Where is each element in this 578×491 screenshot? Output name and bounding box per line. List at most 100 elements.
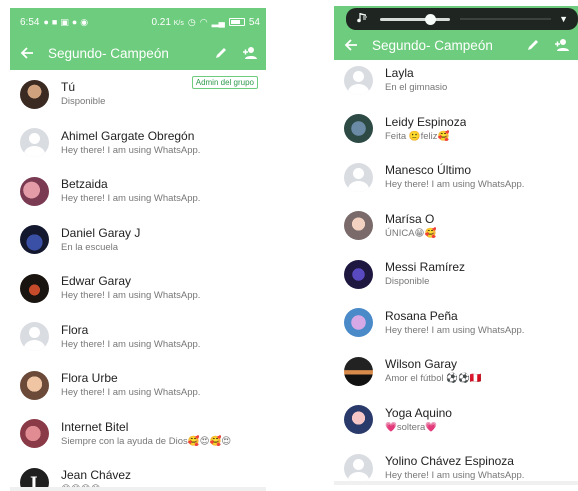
avatar (20, 419, 49, 449)
contact-row[interactable]: Internet Bitel Siempre con la ayuda de Di… (10, 410, 266, 459)
contact-status: Siempre con la ayuda de Dios🥰😍🥰😍 (61, 435, 232, 447)
contact-row[interactable]: Ahimel Gargate Obregón Hey there! I am us… (10, 119, 266, 168)
avatar (344, 211, 373, 241)
notification-icons: ● ■ ▣ ● ◉ (43, 17, 88, 27)
pencil-icon[interactable] (214, 46, 228, 60)
contact-status: Amor el fútbol ⚽⚽🇵🇪 (385, 373, 482, 385)
contact-name: Rosana Peña (385, 308, 458, 323)
contact-name: Marísa O (385, 211, 435, 226)
contact-row[interactable]: Manesco Último Hey there! I am using What… (334, 153, 578, 202)
contact-name: Internet Bitel (61, 419, 129, 434)
contact-row[interactable]: Layla En el gimnasio (334, 56, 578, 105)
contact-name: Daniel Garay J (61, 225, 141, 240)
contact-status: Hey there! I am using WhatsApp. (61, 193, 201, 205)
contact-list: Layla En el gimnasio Leidy Espinoza Feita … (334, 56, 578, 485)
whatsapp-icon: ◉ (80, 17, 89, 27)
contact-list: Tú Disponible Admin del grupo Ahimel Garg… (10, 70, 266, 491)
contact-name: Leidy Espinoza (385, 114, 467, 129)
contact-row[interactable]: Yoga Aquino 💗soltera💗 (334, 396, 578, 445)
volume-slider[interactable] (380, 13, 450, 25)
contact-name: Ahimel Gargate Obregón (61, 128, 195, 143)
left-screenshot: 6:54 ● ■ ▣ ● ◉ 0.21 K/s ◷ ◠ ▂▄ 54 Segund… (10, 8, 266, 491)
contact-status: Hey there! I am using WhatsApp. (61, 338, 201, 350)
avatar (344, 308, 373, 338)
contact-status: Hey there! I am using WhatsApp. (385, 179, 525, 191)
add-person-icon[interactable] (554, 38, 570, 52)
network-speed: 0.21 K/s (151, 17, 183, 28)
contact-row[interactable]: Rosana Peña Hey there! I am using WhatsAp… (334, 299, 578, 348)
battery-level: 54 (248, 16, 260, 28)
contact-name: Layla (385, 66, 414, 81)
contact-status: Hey there! I am using WhatsApp. (385, 324, 525, 336)
avatar (20, 176, 49, 206)
contact-row[interactable]: Yolino Chávez Espinoza Hey there! I am us… (334, 444, 578, 485)
contact-row[interactable]: Leidy Espinoza Feita 🙂feliz🥰 (334, 105, 578, 154)
chevron-down-icon[interactable]: ▼ (559, 14, 568, 24)
admin-badge: Admin del grupo (191, 76, 258, 89)
group-title: Segundo- Campeón (48, 45, 169, 61)
status-right: 0.21 K/s ◷ ◠ ▂▄ 54 (151, 17, 260, 28)
messenger-icon: ● (71, 17, 78, 27)
avatar (344, 114, 373, 144)
contact-status: ÚNICA😁🥰 (385, 227, 437, 239)
contact-name: Messi Ramírez (385, 260, 466, 275)
signal-icon: ▂▄ (211, 17, 225, 27)
music-note-icon (356, 10, 368, 28)
contact-name: Flora (61, 322, 89, 337)
default-avatar-icon (344, 65, 373, 95)
wifi-icon: ◠ (199, 17, 208, 27)
contact-status: Hey there! I am using WhatsApp. (61, 387, 201, 399)
mail-icon: ▣ (60, 17, 69, 27)
contact-name: Yoga Aquino (385, 405, 452, 420)
media-volume-overlay: ▼ (346, 8, 578, 30)
contact-status: Hey there! I am using WhatsApp. (61, 144, 201, 156)
network-speed-value: 0.21 (151, 16, 171, 28)
avatar (20, 370, 49, 400)
contact-name: Tú (61, 80, 76, 95)
status-time: 6:54 (20, 16, 40, 28)
contact-status: Disponible (385, 276, 430, 288)
overlay-divider (460, 18, 552, 20)
contact-row[interactable]: Marísa O ÚNICA😁🥰 (334, 202, 578, 251)
app-bar: Segundo- Campeón (10, 36, 266, 70)
back-arrow-icon[interactable] (20, 46, 34, 60)
avatar (20, 225, 49, 255)
contact-status: En el gimnasio (385, 82, 448, 94)
avatar (20, 273, 49, 303)
contact-name: Wilson Garay (385, 357, 458, 372)
bottom-edge (334, 481, 578, 485)
contact-status: 💗soltera💗 (385, 421, 438, 433)
contact-row[interactable]: Tú Disponible Admin del grupo (10, 70, 266, 119)
alarm-icon: ◷ (187, 17, 196, 27)
contact-status: En la escuela (61, 241, 119, 253)
avatar (344, 356, 373, 386)
add-person-icon[interactable] (242, 46, 258, 60)
contact-row[interactable]: Flora Urbe Hey there! I am using WhatsApp… (10, 361, 266, 410)
contact-row[interactable]: Daniel Garay J En la escuela (10, 216, 266, 265)
network-speed-unit: K/s (173, 19, 184, 27)
contact-status: Hey there! I am using WhatsApp. (61, 290, 201, 302)
contact-status: Feita 🙂feliz🥰 (385, 130, 450, 142)
contact-row[interactable]: Betzaida Hey there! I am using WhatsApp. (10, 167, 266, 216)
contact-row[interactable]: Messi Ramírez Disponible (334, 250, 578, 299)
avatar (20, 79, 49, 109)
facebook-icon: ■ (51, 17, 58, 27)
pencil-icon[interactable] (526, 38, 540, 52)
avatar (344, 259, 373, 289)
contact-row[interactable]: Edwar Garay Hey there! I am using WhatsAp… (10, 264, 266, 313)
contact-name: Betzaida (61, 177, 108, 192)
battery-icon (228, 18, 245, 26)
back-arrow-icon[interactable] (344, 38, 358, 52)
contact-name: Yolino Chávez Espinoza (385, 454, 514, 469)
volume-slider-knob[interactable] (424, 13, 436, 25)
default-avatar-icon (20, 128, 49, 158)
contact-row[interactable]: Wilson Garay Amor el fútbol ⚽⚽🇵🇪 (334, 347, 578, 396)
contact-name: Flora Urbe (61, 371, 118, 386)
default-avatar-icon (344, 162, 373, 192)
contact-row[interactable]: Flora Hey there! I am using WhatsApp. (10, 313, 266, 362)
contact-status: Disponible (61, 96, 106, 108)
group-title: Segundo- Campeón (372, 37, 493, 53)
bottom-edge (10, 487, 266, 491)
default-avatar-icon (344, 453, 373, 483)
default-avatar-icon (20, 322, 49, 352)
